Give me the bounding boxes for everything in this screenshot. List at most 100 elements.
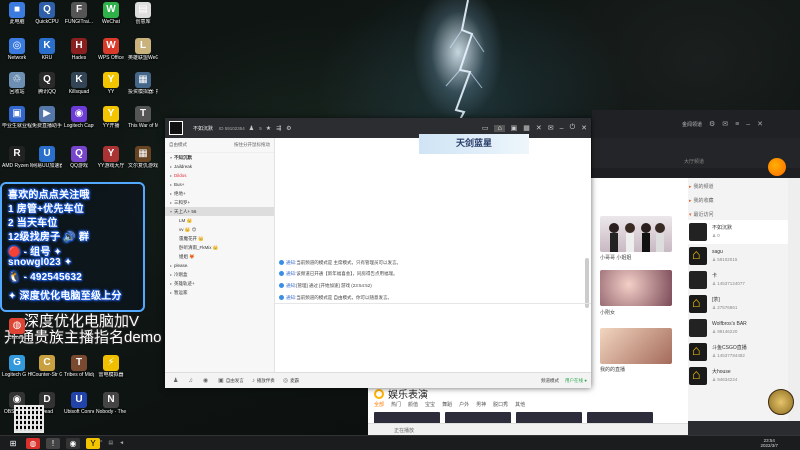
chevron-right-icon[interactable]: ▸ xyxy=(170,290,172,295)
category-tab[interactable]: 热门 xyxy=(391,401,401,408)
start-icon[interactable]: ⊞ xyxy=(6,438,20,449)
video-label-3[interactable]: 我的的直播 xyxy=(600,366,625,373)
channel-list-item[interactable]: sagu59102015 xyxy=(685,244,788,268)
channel-list-item[interactable]: 斗鱼CSGO直播14537784482 xyxy=(685,340,788,364)
channel-list-item[interactable]: Wolfbros's BAR99146220 xyxy=(685,316,788,340)
screen-icon[interactable]: ▦ xyxy=(523,124,530,132)
desktop-icon[interactable]: K KRU xyxy=(32,38,62,74)
chevron-right-icon[interactable]: ▸ xyxy=(170,200,172,205)
footer-speaker-icon[interactable]: ◉ xyxy=(203,377,210,384)
mail-icon[interactable]: ✉ xyxy=(722,120,728,128)
desktop-icon[interactable]: TThis War of Mine xyxy=(128,106,158,142)
star-icon[interactable]: ★ xyxy=(266,125,271,132)
settings-icon[interactable]: ⚙ xyxy=(286,125,291,132)
desktop-icon[interactable]: H Hades xyxy=(64,38,94,74)
channel-tree-item[interactable]: ▾ 不知沉默 xyxy=(165,153,274,162)
chevron-down-icon[interactable]: ▾ xyxy=(170,209,172,214)
desktop-icon[interactable]: W WeChat xyxy=(96,2,126,38)
obs-taskbar-icon[interactable]: ◉ xyxy=(66,437,80,449)
info-icon[interactable]: ! xyxy=(46,437,60,449)
chevron-right-icon[interactable]: ▸ xyxy=(170,281,172,286)
my-channels-link[interactable]: ▸ 我的频道 xyxy=(685,178,788,192)
video-label-2[interactable]: 小刚女 xyxy=(600,309,615,316)
message-scrollbar[interactable] xyxy=(585,258,589,308)
chevron-right-icon[interactable]: ▸ xyxy=(170,191,172,196)
video-thumbnail[interactable] xyxy=(600,216,672,252)
channel-list-item[interactable]: 卡14537124077 xyxy=(685,268,788,292)
channel-tree-item[interactable]: ▸ Dildos xyxy=(165,171,274,180)
minimize-icon[interactable]: – xyxy=(560,125,564,132)
volume-tray-icon[interactable]: ◄ xyxy=(119,440,124,446)
chevron-right-icon[interactable]: ▸ xyxy=(170,182,172,187)
desktop-icon[interactable]: U 网易UU加速器 xyxy=(32,146,62,182)
gold-badge-icon[interactable] xyxy=(768,389,794,415)
orange-logo-icon[interactable] xyxy=(768,158,786,176)
video-thumbnail[interactable] xyxy=(600,328,672,364)
channel-tree-item[interactable]: 姐姐 🦊 xyxy=(165,252,274,261)
desktop-icon[interactable]: Y YY开播 xyxy=(96,106,126,142)
footer-person-icon[interactable]: ♟ xyxy=(173,377,180,384)
channel-tree-item[interactable]: ▸ 英雄轨迹+ xyxy=(165,279,274,288)
channel-tree-item[interactable]: ▸ Bus+ xyxy=(165,180,274,189)
channel-tree-item[interactable]: ▸ 绝地+ xyxy=(165,189,274,198)
chevron-right-icon[interactable]: ▸ xyxy=(170,173,172,178)
category-tab[interactable]: 脱口秀 xyxy=(493,401,508,408)
chevron-right-icon[interactable]: ▸ xyxy=(170,263,172,268)
home-icon[interactable]: ⌂ xyxy=(494,124,505,132)
desktop-icon[interactable]: ▤ 创意库 xyxy=(128,2,158,38)
desktop-icon[interactable]: Q QuickCPU xyxy=(32,2,62,38)
channel-tree-item[interactable]: vv 👑 😊 xyxy=(165,225,274,234)
menu-icon[interactable]: ≡ xyxy=(735,121,739,128)
desktop-icon[interactable]: CCounter-Str Global Off... xyxy=(32,355,62,391)
category-tab[interactable]: 颜值 xyxy=(408,401,418,408)
mode-select[interactable]: 自由模式 xyxy=(169,142,187,148)
close-icon[interactable]: ✕ xyxy=(757,120,763,128)
category-tab[interactable]: 其他 xyxy=(515,401,525,408)
chevron-down-icon[interactable]: ▾ xyxy=(170,155,172,160)
play-accompaniment-button[interactable]: ♪ 播放伴奏 xyxy=(252,378,275,384)
mail-icon[interactable]: ✉ xyxy=(548,124,554,132)
mute-icon[interactable]: ✕ xyxy=(536,124,542,132)
desktop-icon[interactable]: ◍ Chrome xyxy=(2,318,32,354)
netease-icon[interactable]: ◍ xyxy=(26,437,40,449)
desktop-icon[interactable]: NNobody - The Turna... xyxy=(96,392,126,428)
desktop-icon[interactable]: TTribes of Midgard xyxy=(64,355,94,391)
channel-tree-item[interactable]: ▸ please. xyxy=(165,261,274,270)
category-tab[interactable]: 户外 xyxy=(459,401,469,408)
desktop-icon[interactable]: ⚡ 雷电模拟器 xyxy=(96,355,126,391)
chevron-right-icon[interactable]: ▸ xyxy=(170,164,172,169)
category-tab[interactable]: 全部 xyxy=(374,401,384,408)
desktop-icon[interactable]: Q QQ游戏 xyxy=(64,146,94,182)
channel-list-item[interactable]: [茶]27576861 xyxy=(685,292,788,316)
video-thumbnail[interactable] xyxy=(600,270,672,306)
power-icon[interactable]: ⏻ xyxy=(570,124,576,132)
tray-arrow-icon[interactable]: ^ xyxy=(100,440,102,446)
desktop-icon[interactable]: K Killsquad xyxy=(64,72,94,108)
desktop-icon[interactable]: Y YY xyxy=(96,72,126,108)
video-label-1[interactable]: 小哥哥 小姐姐 xyxy=(600,254,631,261)
chevron-right-icon[interactable]: ▸ xyxy=(170,272,172,277)
channel-tree-item[interactable]: 雷魔花开 👑 xyxy=(165,234,274,243)
channel-list-item[interactable]: 不如沉默0 xyxy=(685,220,788,244)
channel-tree-item[interactable]: ▸ 暂运家 xyxy=(165,288,274,297)
desktop-icon[interactable]: Q 腾讯QQ xyxy=(32,72,62,108)
desktop-icon[interactable]: RAMD Ryzen Master xyxy=(2,146,32,182)
desktop-icon[interactable]: W WPS Office xyxy=(96,38,126,74)
desktop-icon[interactable]: ▶ 免费直播助手 xyxy=(32,106,62,142)
minimize-icon[interactable]: – xyxy=(746,121,750,128)
category-tab[interactable]: 舞蹈 xyxy=(442,401,452,408)
recent-visits-link[interactable]: ▾ 最近访问 xyxy=(685,206,788,220)
share-icon[interactable]: ⇶ xyxy=(276,125,281,132)
channel-list-item[interactable]: 大house94634224 xyxy=(685,364,788,388)
desktop-icon[interactable]: ▦投资模拟器: 打工篇 xyxy=(128,72,158,108)
channel-tree-item[interactable]: 卧听清雨_FkMix 👑 xyxy=(165,243,274,252)
desktop-icon[interactable]: UUbisoft Connect xyxy=(64,392,94,428)
desktop-icon[interactable]: ▣毕业生就业程序 xyxy=(2,106,32,142)
desktop-icon[interactable]: ◎ Network xyxy=(2,38,32,74)
channel-tree-item[interactable]: ▸ 冷刚盒 xyxy=(165,270,274,279)
channel-tree-item[interactable]: ▸ Jaildreak xyxy=(165,162,274,171)
mic-hog-button[interactable]: ◎ 麦霸 xyxy=(283,377,299,384)
desktop-icon[interactable]: Y YY游戏大厅 xyxy=(96,146,126,182)
desktop-icon[interactable]: ■ 此电脑 xyxy=(2,2,32,38)
desktop-icon[interactable]: L英雄联盟WeGame版 xyxy=(128,38,158,74)
